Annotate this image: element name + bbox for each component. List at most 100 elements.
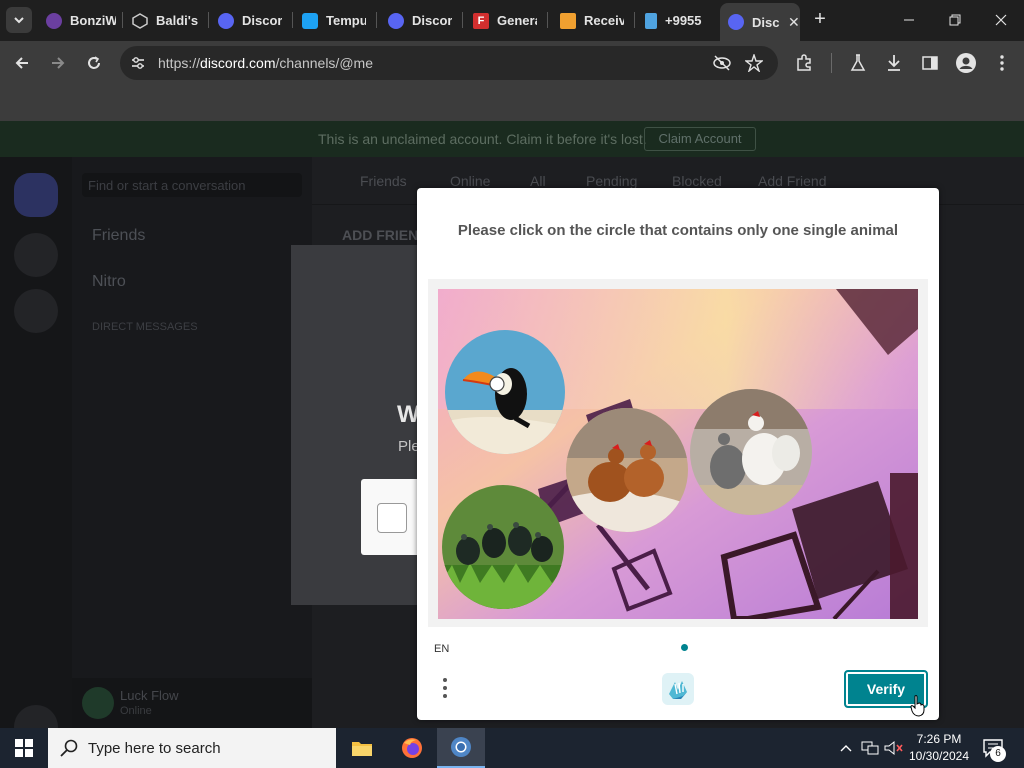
side-panel-icon — [922, 56, 938, 70]
challenge-image[interactable] — [438, 289, 918, 619]
discord-home-icon[interactable] — [14, 173, 58, 217]
address-bar[interactable]: https://discord.com/channels/@me — [120, 46, 778, 80]
puzzle-icon — [797, 54, 811, 71]
tab-friends[interactable]: Friends — [360, 173, 407, 189]
tab-search-button[interactable] — [6, 7, 32, 33]
search-icon — [60, 739, 78, 757]
sidebar-item-nitro[interactable]: Nitro — [92, 273, 126, 291]
tab-label: BonziW — [70, 13, 116, 28]
hcaptcha-logo-icon — [661, 672, 695, 706]
tab-label: Baldi's — [156, 13, 199, 28]
challenge-prompt: Please click on the circle that contains… — [457, 222, 899, 239]
phone-favicon-icon — [645, 12, 657, 29]
downloads-button[interactable] — [882, 51, 906, 75]
profile-avatar-icon — [956, 53, 976, 73]
start-button[interactable] — [0, 728, 48, 768]
bookmark-star-icon[interactable] — [744, 53, 764, 73]
tab-all[interactable]: All — [530, 173, 546, 189]
chevron-down-icon — [14, 17, 24, 24]
reload-button[interactable] — [82, 51, 106, 75]
sidebar-item-friends[interactable]: Friends — [92, 227, 145, 245]
volume-muted-icon[interactable] — [884, 738, 904, 758]
browser-menu-button[interactable] — [990, 51, 1014, 75]
chickens-image — [566, 408, 688, 532]
tab-generate[interactable]: F Genera — [473, 6, 537, 35]
clock-time: 7:26 PM — [916, 732, 962, 746]
firefox-button[interactable] — [388, 728, 436, 768]
claim-account-button[interactable]: Claim Account — [644, 127, 756, 151]
tab-bonzi[interactable]: BonziW — [46, 6, 116, 35]
profile-button[interactable] — [954, 51, 978, 75]
tab-baldi[interactable]: Baldi's — [132, 6, 202, 35]
back-arrow-icon — [15, 57, 28, 69]
tab-discord-1[interactable]: Discord — [218, 6, 282, 35]
back-button[interactable] — [10, 51, 34, 75]
tab-blocked[interactable]: Blocked — [672, 173, 722, 189]
hand-cursor-icon — [910, 695, 925, 717]
close-window-button[interactable] — [986, 8, 1016, 32]
notification-count-badge: 6 — [990, 746, 1006, 762]
tray-overflow-chevron-icon[interactable] — [836, 738, 856, 758]
site-settings-icon[interactable] — [128, 53, 148, 73]
tab-label: Genera — [497, 13, 537, 28]
language-selector[interactable]: EN — [434, 643, 449, 655]
new-tab-button[interactable]: + — [808, 8, 832, 32]
server-icon[interactable] — [14, 233, 58, 277]
circle-frogs[interactable] — [442, 485, 564, 609]
avatar[interactable] — [82, 687, 114, 719]
find-conversation-input[interactable]: Find or start a conversation — [82, 173, 302, 197]
add-friend-heading: ADD FRIEND — [342, 227, 429, 243]
tab-pending[interactable]: Pending — [586, 173, 637, 189]
tab-phone[interactable]: +9955 — [645, 6, 709, 35]
side-panel-button[interactable] — [918, 51, 942, 75]
close-icon — [995, 14, 1007, 26]
circle-toucan[interactable] — [445, 330, 565, 454]
windows-taskbar: Type here to search 7:26 PM 10/30/2024 6 — [0, 728, 1024, 768]
screen: BonziW Baldi's Discord Tempu Discord F G… — [0, 0, 1024, 768]
taskbar-search-box[interactable]: Type here to search — [48, 728, 336, 768]
user-panel: Luck Flow Online — [72, 678, 312, 728]
captcha-checkbox[interactable] — [377, 503, 407, 533]
tab-label: Tempu — [326, 13, 366, 28]
clock-date: 10/30/2024 — [908, 749, 970, 763]
download-icon — [888, 55, 900, 71]
tab-tempu[interactable]: Tempu — [302, 6, 366, 35]
chrome-icon — [451, 737, 471, 757]
browser-tab-strip: BonziW Baldi's Discord Tempu Discord F G… — [0, 0, 1024, 41]
tracking-eye-slash-icon[interactable] — [712, 53, 732, 73]
close-tab-icon[interactable]: ✕ — [788, 14, 800, 31]
chrome-button[interactable] — [437, 728, 485, 768]
extensions-button[interactable] — [792, 51, 816, 75]
restore-button[interactable] — [940, 8, 970, 32]
bookmarks-bar — [0, 85, 1024, 121]
banner-text: This is an unclaimed account. Claim it b… — [318, 131, 647, 147]
tab-add-friend[interactable]: Add Friend — [758, 173, 826, 189]
labs-button[interactable] — [846, 51, 870, 75]
network-icon[interactable] — [860, 738, 880, 758]
discord-favicon-icon — [218, 12, 234, 29]
system-clock[interactable]: 7:26 PM 10/30/2024 — [904, 731, 974, 765]
f-favicon-icon: F — [473, 12, 489, 29]
circle-chickens[interactable] — [566, 408, 688, 532]
minimize-button[interactable] — [894, 8, 924, 32]
bonzi-favicon-icon — [46, 12, 62, 29]
add-server-icon[interactable] — [14, 289, 58, 333]
unclaimed-account-banner: This is an unclaimed account. Claim it b… — [0, 121, 1024, 157]
file-explorer-button[interactable] — [338, 728, 386, 768]
folder-icon — [352, 742, 372, 756]
forward-button[interactable] — [46, 51, 70, 75]
tab-online[interactable]: Online — [450, 173, 490, 189]
receive-favicon-icon — [560, 12, 576, 29]
tab-discord-active[interactable]: Disc ✕ — [720, 3, 800, 41]
circle-chickens-group[interactable] — [690, 389, 812, 515]
tab-label: Disc — [752, 14, 780, 30]
tab-label: +9955 — [665, 13, 702, 28]
discord-favicon-icon — [388, 12, 404, 29]
captcha-menu-button[interactable] — [439, 676, 451, 704]
tab-receive[interactable]: Receive — [560, 6, 624, 35]
forward-arrow-icon — [52, 57, 65, 69]
tab-label: Discord — [242, 13, 282, 28]
toucan-image — [445, 330, 565, 454]
baldi-favicon-icon — [132, 12, 148, 29]
tab-discord-2[interactable]: Discord — [388, 6, 452, 35]
